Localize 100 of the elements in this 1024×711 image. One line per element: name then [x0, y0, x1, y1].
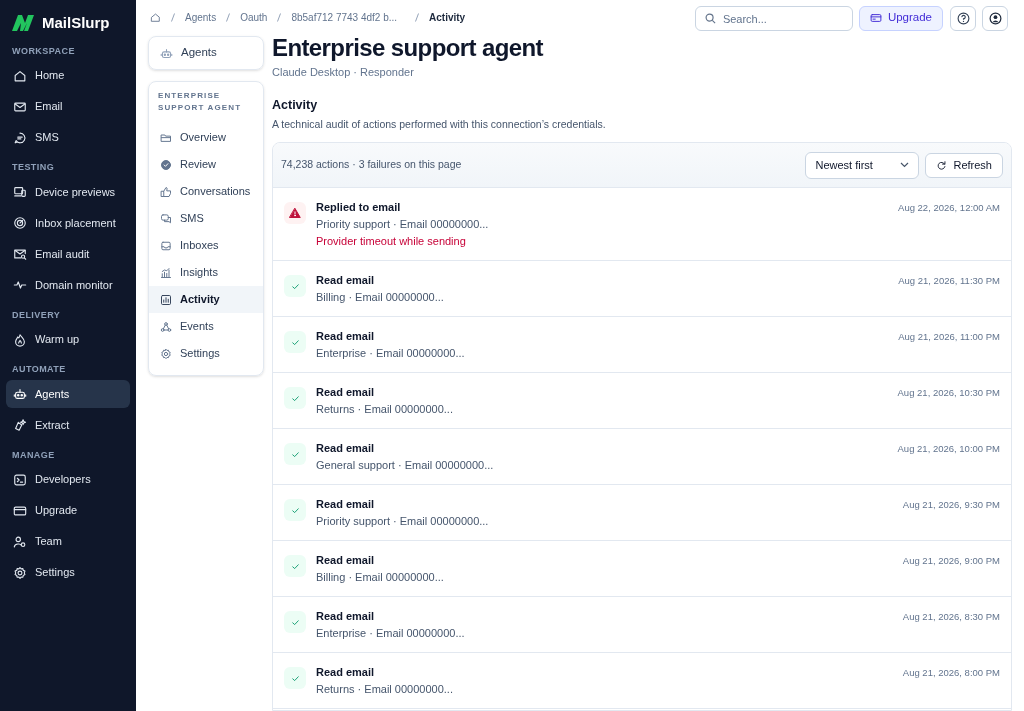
action-title: Read email	[316, 665, 376, 679]
robot-icon	[160, 46, 173, 60]
activity-row[interactable]: Read email Returns · Email 00000000... Aug 21, 2026, 8:00 PM	[273, 653, 1011, 709]
action-detail: Enterprise · Email 00000000...	[316, 626, 466, 640]
activity-row[interactable]: Read email Returns · Email 00000000... Aug 21, 2026, 10:30 PM	[273, 373, 1011, 429]
timestamp: Aug 21, 2026, 10:00 PM	[897, 442, 1000, 456]
action-title: Read email	[316, 497, 376, 511]
activity-chart-icon	[160, 293, 172, 306]
folder-icon	[160, 131, 172, 144]
breadcrumb-separator-icon	[171, 12, 175, 22]
subnav-item[interactable]: Inboxes	[149, 232, 263, 259]
action-detail: Billing · Email 00000000...	[316, 570, 445, 584]
activity-row[interactable]: Read email General support · Email 00000000... Aug 21, 2026, 10:00 PM	[273, 429, 1011, 485]
action-detail: Priority support · Email 00000000...	[316, 514, 490, 528]
subnav-item[interactable]: Review	[149, 151, 263, 178]
timestamp: Aug 21, 2026, 8:30 PM	[902, 610, 1000, 624]
help-button[interactable]	[950, 5, 976, 31]
home-icon	[150, 11, 161, 23]
sort-dropdown[interactable]: Newest first	[805, 151, 920, 179]
sidebar-section-title: DELIVERY	[11, 308, 62, 322]
sidebar-item[interactable]: Developers	[6, 465, 130, 494]
check-circle-icon	[160, 158, 172, 171]
sidebar-item[interactable]: Extract	[6, 411, 130, 439]
card-icon	[13, 503, 27, 518]
timestamp: Aug 21, 2026, 9:00 PM	[902, 554, 1000, 568]
timestamp: Aug 21, 2026, 10:30 PM	[897, 386, 1000, 400]
chart-icon	[160, 266, 172, 279]
timestamp: Aug 21, 2026, 8:00 PM	[902, 666, 1000, 680]
sidebar-item[interactable]: Team	[6, 527, 130, 556]
timestamp: Aug 22, 2026, 12:00 AM	[898, 201, 1000, 215]
brand-name: MailSlurp	[42, 13, 110, 33]
breadcrumb-separator-icon	[415, 12, 420, 22]
account-button[interactable]	[982, 5, 1008, 31]
breadcrumb-link[interactable]: Agents	[185, 9, 217, 25]
page-title: Enterprise support agent	[272, 34, 545, 62]
breadcrumb-link[interactable]: 8b5af712 7743 4df2 b...	[291, 9, 398, 25]
card-icon	[869, 12, 882, 24]
sidebar-item[interactable]: Agents	[6, 380, 130, 408]
pulse-icon	[13, 278, 27, 292]
upgrade-button[interactable]: Upgrade	[858, 5, 943, 31]
subnav-item[interactable]: Activity	[149, 286, 263, 313]
subnav-item[interactable]: Overview	[149, 124, 263, 151]
sidebar-item[interactable]: Warm up	[6, 325, 130, 354]
subnav-item[interactable]: Settings	[149, 340, 263, 367]
action-detail: Returns · Email 00000000...	[316, 402, 454, 416]
nodes-icon	[160, 320, 172, 333]
flame-icon	[13, 332, 27, 347]
action-title: Read email	[316, 273, 376, 287]
activity-summary: 74,238 actions · 3 failures on this page	[281, 157, 463, 173]
action-title: Read email	[316, 609, 376, 623]
action-detail: General support · Email 00000000...	[316, 458, 495, 472]
error-message: Provider timeout while sending	[316, 234, 467, 248]
logo-icon	[12, 15, 34, 32]
action-detail: Billing · Email 00000000...	[316, 290, 445, 304]
action-title: Replied to email	[316, 200, 402, 214]
sidebar-item[interactable]: Upgrade	[6, 496, 130, 525]
sidebar-item[interactable]: Home	[6, 61, 130, 90]
timestamp: Aug 21, 2026, 11:00 PM	[898, 330, 1000, 344]
sidebar-item[interactable]: Settings	[6, 558, 130, 587]
breadcrumb-separator-icon	[277, 12, 282, 22]
thumb-up-icon	[160, 185, 172, 198]
timestamp: Aug 21, 2026, 9:30 PM	[902, 498, 1000, 512]
agents-back-link[interactable]: Agents	[148, 36, 264, 70]
action-detail: Enterprise · Email 00000000...	[316, 346, 466, 360]
activity-row[interactable]: Read email Priority support · Email 00000000... Aug 21, 2026, 9:30 PM	[273, 485, 1011, 541]
sidebar-item[interactable]: Domain monitor	[6, 271, 130, 299]
sidebar-item[interactable]: Inbox placement	[6, 209, 130, 237]
home-icon	[13, 68, 27, 83]
chat-icon	[160, 212, 172, 225]
activity-row[interactable]: Read email Enterprise · Email 00000000... Aug 21, 2026, 11:00 PM	[273, 317, 1011, 373]
sidebar-item[interactable]: Email audit	[6, 240, 130, 268]
breadcrumb-link[interactable]: Oauth	[240, 9, 268, 25]
action-detail: Priority support · Email 00000000...	[316, 217, 490, 231]
sidebar-item[interactable]: SMS	[6, 123, 130, 152]
sidebar-item[interactable]: Device previews	[6, 178, 130, 206]
terminal-icon	[13, 472, 27, 487]
subnav-item[interactable]: Insights	[149, 259, 263, 286]
settings-icon	[160, 347, 172, 360]
breadcrumb-separator-icon	[226, 12, 231, 22]
activity-row[interactable]: Replied to email Priority support · Email 00000000... Provider timeout while sending Aug 22, 2026, 12:00 AM	[273, 188, 1011, 261]
gauge-icon	[13, 216, 27, 230]
chevron-down-icon	[900, 162, 910, 168]
mail-icon	[13, 99, 27, 114]
subnav-item[interactable]: SMS	[149, 205, 263, 232]
activity-row[interactable]: Read email Enterprise · Email 00000000... Aug 21, 2026, 8:30 PM	[273, 597, 1011, 653]
activity-row[interactable]: Read email Billing · Email 00000000... Aug 21, 2026, 11:30 PM	[273, 261, 1011, 317]
devices-icon	[13, 185, 27, 199]
subnav-item[interactable]: Conversations	[149, 178, 263, 205]
sidebar-item[interactable]: Email	[6, 92, 130, 121]
activity-row[interactable]: Read email Billing · Email 00000000... Aug 21, 2026, 9:00 PM	[273, 541, 1011, 597]
subnav-heading: ENTERPRISE SUPPORT AGENT	[157, 90, 243, 114]
inbox-icon	[160, 239, 172, 252]
refresh-icon	[936, 159, 948, 171]
refresh-button[interactable]: Refresh	[925, 152, 1003, 178]
action-title: Read email	[316, 553, 376, 567]
people-icon	[13, 534, 27, 549]
mail-search-icon	[13, 247, 27, 261]
search-field[interactable]: Search...	[694, 6, 853, 31]
subnav-item[interactable]: Events	[149, 313, 263, 340]
robot-icon	[13, 387, 27, 401]
